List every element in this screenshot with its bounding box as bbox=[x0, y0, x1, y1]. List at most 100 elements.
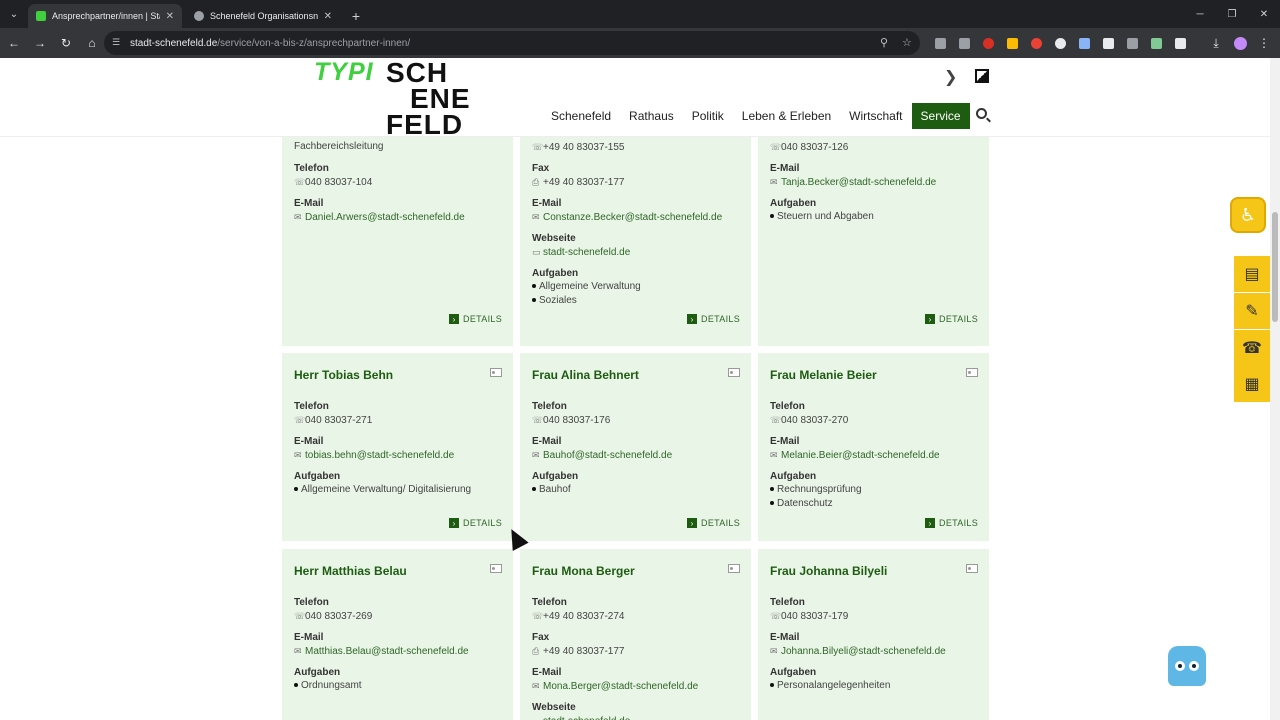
mail-icon: ✉ bbox=[532, 681, 540, 691]
field-value: Fachbereichsleitung bbox=[294, 141, 384, 152]
chatbot-icon[interactable] bbox=[1168, 646, 1206, 686]
calendar-icon[interactable]: ▦ bbox=[1234, 366, 1270, 402]
contact-name[interactable]: Herr Tobias Behn bbox=[294, 368, 393, 382]
task-item: Allgemeine Verwaltung bbox=[532, 280, 743, 294]
close-tab-icon[interactable]: ✕ bbox=[324, 11, 332, 22]
home-icon[interactable]: ⌂ bbox=[80, 31, 104, 55]
download-icon[interactable]: ⤓ bbox=[1204, 31, 1228, 55]
contact-card: ☏+49 40 83037-155 Fax ⎙ +49 40 83037-177 E-M… bbox=[520, 137, 751, 346]
field-label: Webseite bbox=[532, 702, 576, 713]
forward-icon[interactable]: → bbox=[28, 31, 52, 55]
browser-menu-icon[interactable]: ⋮ bbox=[1252, 31, 1276, 55]
document-icon[interactable]: ▤ bbox=[1234, 256, 1270, 292]
mail-value[interactable]: ✉ Mona.Berger@stadt-schenefeld.de bbox=[532, 679, 743, 694]
extension-icon[interactable] bbox=[1024, 31, 1048, 55]
details-link[interactable]: › DETAILS bbox=[449, 314, 502, 324]
site-info-icon[interactable]: ☰ bbox=[112, 37, 124, 49]
details-link[interactable]: › DETAILS bbox=[687, 314, 740, 324]
extension-icon[interactable] bbox=[1072, 31, 1096, 55]
profile-avatar[interactable] bbox=[1228, 31, 1252, 55]
accessibility-icon[interactable]: ♿ bbox=[1230, 197, 1266, 233]
pencil-icon[interactable]: ✎ bbox=[1234, 293, 1270, 329]
details-link[interactable]: › DETAILS bbox=[925, 518, 978, 528]
nav-rathaus[interactable]: Rathaus bbox=[620, 103, 683, 129]
nav-schenefeld[interactable]: Schenefeld bbox=[542, 103, 620, 129]
field-label: Aufgaben bbox=[770, 667, 817, 678]
field-label: Telefon bbox=[532, 401, 567, 412]
vcard-icon[interactable] bbox=[728, 368, 740, 377]
back-icon[interactable]: ← bbox=[2, 31, 26, 55]
phone-value: ☏040 83037-176 bbox=[532, 415, 611, 426]
web-value[interactable]: ▭stadt-schenefeld.de bbox=[532, 245, 743, 260]
contact-name[interactable]: Herr Matthias Belau bbox=[294, 564, 407, 578]
zoom-icon[interactable]: ⚲ bbox=[880, 36, 888, 49]
tab-ansprechpartner[interactable]: Ansprechpartner/innen | Stadt ✕ bbox=[28, 4, 182, 28]
field-label: Telefon bbox=[294, 401, 329, 412]
mail-icon: ✉ bbox=[294, 450, 302, 460]
url-bar[interactable]: ☰ stadt-schenefeld.de /service/von-a-bis… bbox=[104, 31, 920, 55]
bullet-icon bbox=[532, 284, 536, 288]
details-link[interactable]: › DETAILS bbox=[687, 518, 740, 528]
nav-leben-erleben[interactable]: Leben & Erleben bbox=[733, 103, 840, 129]
extensions-puzzle-icon[interactable] bbox=[1168, 31, 1192, 55]
mail-value[interactable]: ✉ Tanja.Becker@stadt-schenefeld.de bbox=[770, 175, 981, 190]
scrollbar-thumb[interactable] bbox=[1272, 212, 1278, 322]
mail-value[interactable]: ✉ Constanze.Becker@stadt-schenefeld.de bbox=[532, 210, 743, 225]
contact-card: Frau Alina Behnert Telefon ☏040 83037-176 E… bbox=[520, 353, 751, 541]
vcard-icon[interactable] bbox=[490, 368, 502, 377]
contact-name[interactable]: Frau Johanna Bilyeli bbox=[770, 564, 887, 578]
maximize-icon[interactable]: ❐ bbox=[1216, 0, 1248, 28]
tab-organisationsnetz[interactable]: Schenefeld Organisationsnetz ✕ bbox=[186, 4, 340, 28]
nav-politik[interactable]: Politik bbox=[683, 103, 733, 129]
extension-icon[interactable] bbox=[1120, 31, 1144, 55]
reload-icon[interactable]: ↻ bbox=[54, 31, 78, 55]
close-tab-icon[interactable]: ✕ bbox=[166, 11, 174, 22]
vcard-icon[interactable] bbox=[966, 564, 978, 573]
contrast-toggle-icon[interactable] bbox=[975, 69, 989, 83]
task-item: Rechnungsprüfung bbox=[770, 483, 981, 497]
close-window-icon[interactable]: ✕ bbox=[1248, 0, 1280, 28]
mail-value[interactable]: ✉ Melanie.Beier@stadt-schenefeld.de bbox=[770, 448, 981, 463]
logo-line-3[interactable]: FELD bbox=[386, 111, 463, 139]
vcard-icon[interactable] bbox=[966, 368, 978, 377]
extension-icon[interactable] bbox=[952, 31, 976, 55]
bookmark-star-icon[interactable]: ☆ bbox=[902, 36, 912, 49]
mail-value[interactable]: ✉ Johanna.Bilyeli@stadt-schenefeld.de bbox=[770, 644, 981, 659]
field-label: Fax bbox=[532, 163, 550, 174]
website-icon: ▭ bbox=[532, 247, 541, 257]
nav-service[interactable]: Service bbox=[911, 103, 970, 129]
mail-value[interactable]: ✉ Daniel.Arwers@stadt-schenefeld.de bbox=[294, 210, 505, 225]
field-label: Aufgaben bbox=[532, 471, 579, 482]
field-label: E-Mail bbox=[532, 667, 562, 678]
extension-icon[interactable] bbox=[1096, 31, 1120, 55]
minimize-icon[interactable]: ─ bbox=[1184, 0, 1216, 28]
contact-name[interactable]: Frau Mona Berger bbox=[532, 564, 635, 578]
mail-value[interactable]: ✉ tobias.behn@stadt-schenefeld.de bbox=[294, 448, 505, 463]
page-scrollbar[interactable] bbox=[1270, 58, 1280, 720]
search-icon[interactable] bbox=[976, 108, 987, 119]
phone-icon[interactable]: ☎ bbox=[1234, 330, 1270, 366]
web-value[interactable]: ▭stadt-schenefeld.de bbox=[532, 714, 743, 720]
nav-wirtschaft[interactable]: Wirtschaft bbox=[840, 103, 911, 129]
mail-value[interactable]: ✉ Bauhof@stadt-schenefeld.de bbox=[532, 448, 743, 463]
tab-search-chevron-icon[interactable]: ⌄ bbox=[0, 0, 28, 28]
contact-name[interactable]: Frau Melanie Beier bbox=[770, 368, 877, 382]
phone-icon: ☏ bbox=[532, 142, 544, 152]
details-link[interactable]: › DETAILS bbox=[925, 314, 978, 324]
vcard-icon[interactable] bbox=[490, 564, 502, 573]
field-label: Aufgaben bbox=[770, 198, 817, 209]
new-tab-icon[interactable]: + bbox=[344, 4, 368, 28]
vcard-icon[interactable] bbox=[728, 564, 740, 573]
extension-icon[interactable] bbox=[1048, 31, 1072, 55]
details-link[interactable]: › DETAILS bbox=[449, 518, 502, 528]
mail-value[interactable]: ✉ Matthias.Belau@stadt-schenefeld.de bbox=[294, 644, 505, 659]
chevron-right-icon[interactable]: ❯ bbox=[944, 67, 957, 87]
logo-typi[interactable]: TYPI bbox=[314, 58, 374, 87]
contact-name[interactable]: Frau Alina Behnert bbox=[532, 368, 639, 382]
extension-icon[interactable] bbox=[1000, 31, 1024, 55]
stadt-favicon-icon bbox=[36, 11, 46, 21]
extension-icon[interactable] bbox=[1144, 31, 1168, 55]
extension-icon[interactable] bbox=[976, 31, 1000, 55]
phone-icon: ☏ bbox=[770, 611, 782, 621]
extension-icon[interactable] bbox=[928, 31, 952, 55]
